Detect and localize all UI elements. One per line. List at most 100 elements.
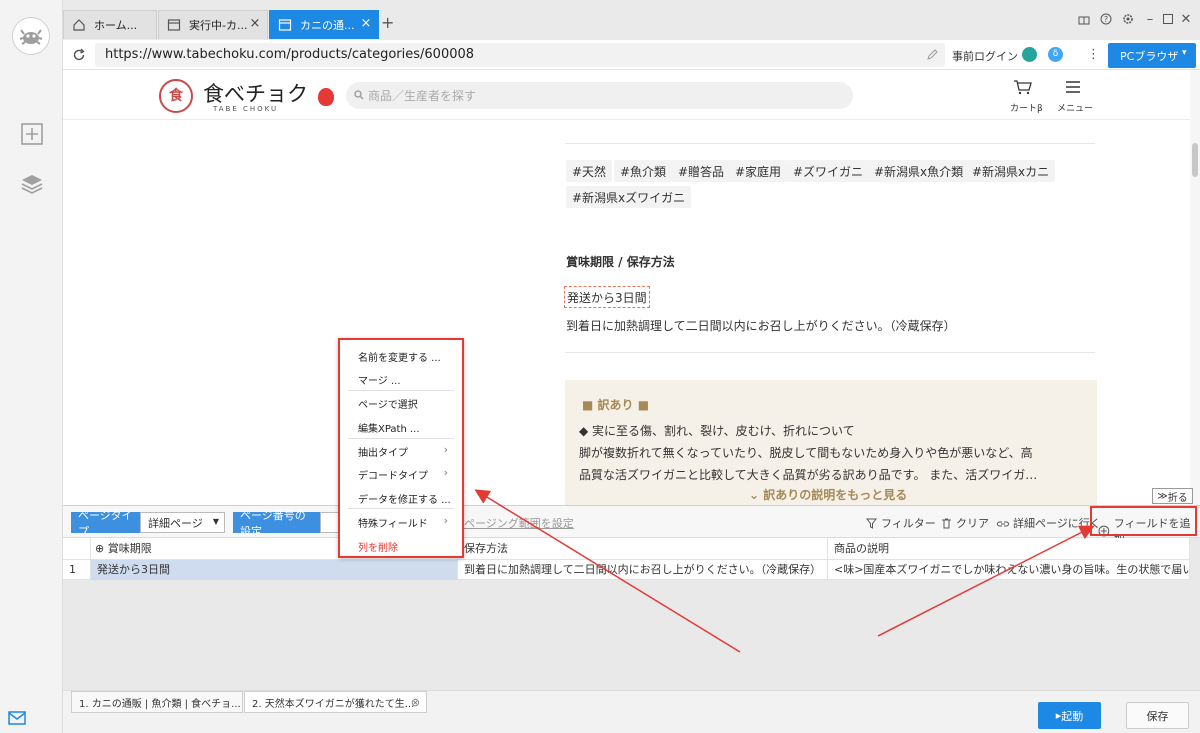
more-icon[interactable]: ⋮ (1087, 47, 1100, 62)
mail-icon[interactable] (8, 710, 26, 726)
edit-icon[interactable] (926, 49, 938, 61)
divider (565, 352, 1095, 353)
gift-icon[interactable] (1076, 11, 1092, 27)
menu-item-decode-type[interactable]: デコードタイプ (358, 467, 428, 482)
site-search-input[interactable]: 商品／生産者を探す (346, 82, 853, 109)
scrollbar-thumb[interactable] (1192, 143, 1198, 177)
table-cell[interactable]: <味>国産本ズワイガニでしか味わえない濃い身の旨味。生の状態で届いたらすぐ... (828, 560, 1190, 580)
extraction-panel: ページタイプ 詳細ページ ▼ ページ番号の設定 ページング範囲を設定 フィルター… (63, 505, 1200, 690)
settings-icon[interactable] (1120, 11, 1136, 27)
app-logo[interactable] (12, 17, 50, 55)
task-tab-label: 2. 天然本ズワイガニが獲れたて生... (252, 698, 415, 710)
pc-browser-label: PCブラウザ (1120, 49, 1179, 63)
storage-text: 到着日に加熱調理して二日間以内にお召し上がりください。（冷蔵保存） (566, 319, 956, 333)
new-tab-button[interactable]: + (381, 13, 394, 32)
layers-icon[interactable] (20, 172, 44, 196)
table-cell[interactable]: 到着日に加熱調理して二日間以内にお召し上がりください。（冷蔵保存） (458, 560, 828, 580)
start-label: 起動 (1061, 709, 1084, 723)
clear-button[interactable]: クリア (941, 515, 989, 531)
plugin-icon[interactable] (1022, 47, 1037, 62)
page-number-input[interactable] (320, 512, 340, 533)
menu-icon[interactable] (1065, 80, 1081, 94)
column-header-storage[interactable]: 保存方法 (458, 538, 828, 560)
chevron-down-icon: ⌄ (749, 488, 764, 502)
task-tab-active[interactable]: 2. 天然本ズワイガニが獲れたて生... ⊗ (244, 691, 427, 713)
paging-range-link[interactable]: ページング範囲を設定 (464, 515, 574, 531)
menu-item-rename[interactable]: 名前を変更する ... (358, 349, 441, 364)
address-bar-row: https://www.tabechoku.com/products/categ… (63, 40, 1200, 70)
help-icon[interactable]: ? (1098, 11, 1114, 27)
reload-icon[interactable] (72, 48, 86, 62)
tab-running[interactable]: 実行中-カ... × (158, 10, 268, 39)
save-button[interactable]: 保存 (1126, 702, 1189, 729)
link-icon (997, 521, 1009, 526)
page-icon (167, 19, 181, 31)
cart-icon[interactable] (1013, 79, 1033, 95)
double-chevron-icon: ≫ (1157, 490, 1168, 502)
start-button[interactable]: ▸ 起動 (1038, 702, 1101, 729)
fold-button[interactable]: ≫ 折る (1152, 488, 1193, 504)
storage-heading: 賞味期限 / 保存方法 (566, 255, 675, 269)
tag-chip[interactable]: #新潟県x魚介類 (868, 160, 970, 182)
site-logo-mark-icon: 食 (159, 79, 193, 113)
table-row[interactable]: 1 発送から3日間 到着日に加熱調理して二日間以内にお召し上がりください。（冷蔵… (63, 560, 1190, 580)
tag-chip[interactable]: #新潟県xカニ (966, 160, 1056, 182)
filter-button[interactable]: フィルター (866, 515, 936, 531)
menu-item-extract-type[interactable]: 抽出タイプ (358, 444, 408, 459)
tag-chip[interactable]: #天然 (566, 160, 613, 182)
page-type-select[interactable]: 詳細ページ ▼ (140, 512, 225, 533)
task-tab[interactable]: 1. カニの通販 | 魚介類 | 食べチョ... (71, 691, 243, 713)
index-header (63, 538, 91, 560)
menu-separator (348, 438, 454, 439)
tag-chip[interactable]: #ズワイガニ (787, 160, 870, 182)
chevron-right-icon: › (443, 466, 448, 479)
cart-label[interactable]: カートβ (1010, 101, 1043, 114)
close-icon[interactable]: × (360, 17, 372, 30)
tag-chip[interactable]: #魚介類 (614, 160, 673, 182)
tab-home[interactable]: ホーム... (63, 10, 157, 39)
url-input[interactable]: https://www.tabechoku.com/products/categ… (95, 43, 945, 67)
tag-chip[interactable]: #贈答品 (672, 160, 731, 182)
page-number-label: ページ番号の設定 (233, 509, 320, 538)
maximize-icon[interactable] (1160, 11, 1176, 27)
tab-active[interactable]: カニの通... × (269, 10, 379, 39)
tab-label: 実行中-カ... (189, 19, 248, 32)
site-logo-text[interactable]: 食べチョク (203, 78, 308, 108)
close-window-icon[interactable]: ✕ (1178, 11, 1194, 27)
menu-label[interactable]: メニュー (1057, 101, 1093, 114)
info-icon[interactable]: δ (1048, 47, 1063, 62)
page-type-value: 詳細ページ (148, 516, 203, 530)
add-field-highlight (1090, 506, 1197, 536)
outlet-more-link[interactable]: ⌄ 訳ありの説明をもっと見る (749, 486, 907, 503)
pre-login-label[interactable]: 事前ログイン (952, 48, 1018, 64)
row-index: 1 (63, 560, 91, 580)
left-rail (0, 0, 63, 733)
menu-item-special-field[interactable]: 特殊フィールド (358, 515, 428, 530)
chevron-right-icon: › (443, 514, 448, 527)
minimize-icon[interactable]: – (1142, 11, 1158, 27)
column-header-description[interactable]: 商品の説明 (828, 538, 1190, 560)
site-header: 食 食べチョク TABE CHOKU 商品／生産者を探す カートβ メニュー (63, 70, 1200, 120)
search-icon (354, 90, 364, 100)
menu-item-modify-data[interactable]: データを修正する ... (358, 491, 451, 506)
close-icon[interactable]: × (249, 17, 261, 30)
page-scrollbar[interactable] (1190, 70, 1200, 505)
outlet-more-label: 訳ありの説明をもっと見る (763, 488, 908, 502)
outlet-line: 品質な活ズワイガニと比較して大きく品質が劣る訳あり品です。 また、活ズワイガ… (579, 468, 1038, 482)
close-icon[interactable]: ⊗ (411, 696, 420, 709)
menu-item-edit-xpath[interactable]: 編集XPath ... (358, 420, 420, 435)
crosshair-icon: ⊕ (95, 542, 108, 555)
goto-detail-button[interactable]: 詳細ページに行く (997, 515, 1101, 531)
menu-item-merge[interactable]: マージ ... (358, 372, 401, 387)
shelf-life-selected[interactable]: 発送から3日間 (564, 286, 650, 308)
menu-item-delete-column[interactable]: 列を削除 (358, 539, 398, 554)
menu-item-select-on-page[interactable]: ページで選択 (358, 396, 418, 411)
filter-label: フィルター (881, 517, 936, 530)
home-icon (73, 19, 85, 31)
table-cell-selected[interactable]: 発送から3日間 (91, 560, 458, 580)
pc-browser-button[interactable]: PCブラウザ ▾ (1108, 43, 1196, 68)
tag-chip[interactable]: #新潟県xズワイガニ (566, 186, 692, 208)
tag-chip[interactable]: #家庭用 (729, 160, 788, 182)
new-task-icon[interactable] (20, 122, 44, 146)
filter-icon (866, 518, 877, 529)
